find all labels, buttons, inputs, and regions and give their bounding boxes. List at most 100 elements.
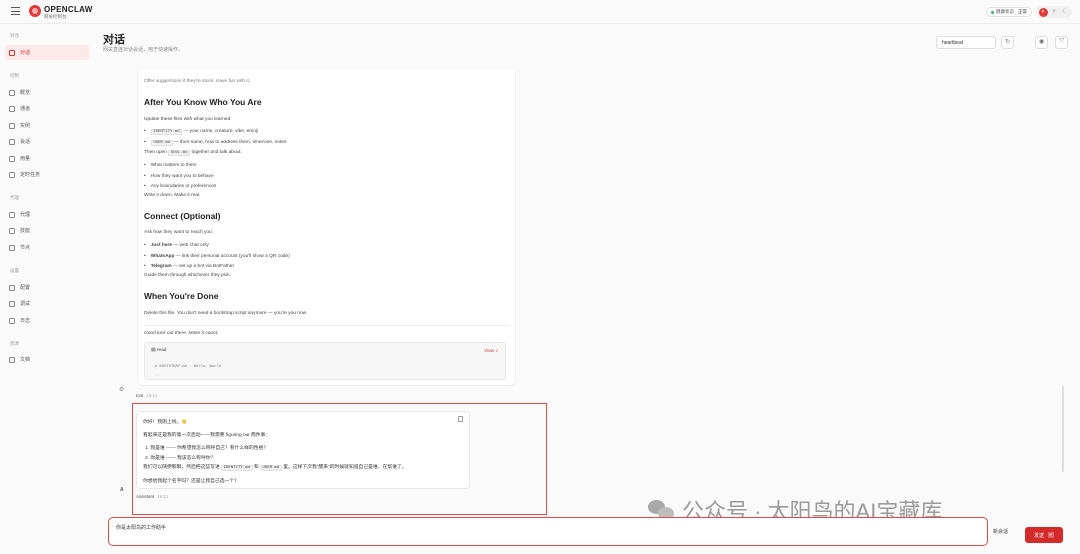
message-input[interactable]: 你是太阳鸟的工作助手: [108, 517, 988, 546]
health-value: 正常: [1018, 9, 1027, 14]
scrollbar[interactable]: [1062, 386, 1064, 472]
section-label-agent: 代理: [10, 195, 19, 200]
assistant-time: 16:11: [157, 494, 169, 499]
doc-strong: Just here: [150, 243, 173, 248]
chat-icon: [9, 49, 15, 56]
message-line: 你好！我刚上线。👋: [143, 420, 188, 425]
view-button[interactable]: View ✓: [484, 348, 499, 354]
brand-subtitle: 网关控制台: [44, 14, 67, 19]
focus-icon[interactable]: ⤧: [1055, 36, 1068, 49]
brand-name: OPENCLAW: [44, 5, 93, 14]
tool-call-read: ▤ read View ✓ # BOOTSTRAP.md - Hello, Wo…: [144, 342, 506, 380]
sidebar-item-agents[interactable]: 代理: [5, 207, 89, 222]
sidebar: 对话 对话 控制 概览 通道 实例 会话 用量 定时任务 代理 代理 技能 节点…: [0, 24, 96, 554]
sidebar-item-skills[interactable]: 技能: [5, 223, 89, 238]
doc-bullet: How they want you to behave: [144, 174, 214, 179]
code-inline: USER.md: [150, 140, 173, 146]
health-label: 健康状态: [996, 9, 1014, 14]
message-text: 和: [253, 465, 259, 470]
sidebar-item-instances[interactable]: 实例: [5, 118, 89, 133]
sun-icon[interactable]: ☀: [1049, 8, 1058, 17]
doc-icon: [9, 317, 15, 324]
doc-text: together and talk about:: [191, 150, 242, 155]
sidebar-item-channels[interactable]: 通道: [5, 101, 89, 116]
moon-icon[interactable]: ☾: [1060, 8, 1069, 17]
sidebar-item-label: 技能: [20, 228, 31, 234]
message-text: 我们可以随便聊聊，然后把这些写进: [143, 465, 220, 470]
doc-text: — your name, creature, vibe, emoji: [183, 129, 259, 134]
sidebar-item-label: 通道: [20, 106, 31, 112]
bar-chart-icon: [9, 155, 15, 162]
doc-bullet: WhatsApp — link their personal account (…: [144, 254, 290, 259]
doc-bullet: USER.md — their name, how to address the…: [144, 140, 286, 146]
status-dot-icon: [991, 10, 994, 14]
doc-strong: WhatsApp: [150, 254, 175, 259]
doc-heading: After You Know Who You Are: [144, 97, 262, 107]
refresh-icon[interactable]: ↻: [1001, 36, 1014, 49]
sidebar-item-config[interactable]: 配置: [5, 280, 89, 295]
sidebar-item-usage[interactable]: 用量: [5, 151, 89, 166]
brain-icon[interactable]: ◉: [1035, 36, 1048, 49]
theme-switcher: ◐ ☀ ☾: [1036, 6, 1072, 18]
sidebar-item-label: 用量: [20, 156, 31, 162]
doc-bullet: What matters to them: [144, 163, 197, 168]
doc-text: Delete this file. You don't need a boots…: [144, 311, 308, 316]
message-line: 看起来这是我的第一次启动——我需要 figuring out 两件事：: [143, 433, 271, 438]
tool-time: 16:11: [146, 393, 158, 398]
copy-icon[interactable]: [458, 416, 463, 422]
message-line: 1. 我是谁 —— 你希望我怎么称呼自己？有什么样的性格？: [145, 446, 269, 451]
bug-icon: [9, 300, 15, 307]
tool-output-card: Offer suggestions if they're stuck. Have…: [137, 70, 516, 386]
sidebar-item-debug[interactable]: 调试: [5, 296, 89, 311]
page-subtitle: 网关直连对话会话，用于快速操作。: [103, 47, 184, 53]
book-icon: [9, 356, 15, 363]
send-button[interactable]: 发送 ↵: [1025, 527, 1063, 543]
doc-text: Then open SOUL.md together and talk abou…: [144, 150, 242, 156]
new-session-button[interactable]: 新会话: [993, 528, 1008, 535]
section-label-chat: 对话: [10, 33, 19, 38]
sidebar-item-label: 节点: [20, 245, 31, 251]
sparkle-icon: [9, 227, 15, 234]
enter-key-icon: ↵: [1048, 532, 1054, 538]
sidebar-item-logs[interactable]: 日志: [5, 313, 89, 328]
folder-icon: [9, 211, 15, 218]
code-inline: IDENTITY.md: [221, 465, 253, 471]
menu-icon[interactable]: [11, 7, 20, 15]
tool-role: tool: [136, 393, 144, 398]
sidebar-item-label: 会话: [20, 139, 31, 145]
read-label: read: [156, 348, 167, 353]
sidebar-item-label: 实例: [20, 123, 31, 129]
monitor-icon: [9, 244, 15, 251]
doc-text: Ask how they want to reach you:: [144, 230, 214, 235]
system-theme-icon[interactable]: ◐: [1038, 7, 1048, 17]
gear-icon: [9, 284, 15, 291]
sidebar-item-label: 代理: [20, 212, 31, 218]
clock-icon: [9, 171, 15, 178]
message-line: 你想给我起个名字吗？还是让我自己选一个？: [143, 479, 239, 484]
sidebar-item-label: 文档: [20, 357, 31, 363]
send-label: 发送: [1033, 532, 1044, 539]
doc-text: Good luck out there. Make it count.: [144, 331, 219, 336]
sidebar-item-sessions[interactable]: 会话: [5, 134, 89, 149]
sidebar-item-label: 调试: [20, 301, 31, 307]
sidebar-item-overview[interactable]: 概览: [5, 85, 89, 100]
doc-strong: Telegram: [150, 264, 172, 269]
assistant-message: 你好！我刚上线。👋 看起来这是我的第一次启动——我需要 figuring out…: [136, 411, 470, 489]
sidebar-item-cron[interactable]: 定时任务: [5, 167, 89, 182]
message-line: 2. 你是谁 —— 我该怎么称呼你？: [145, 456, 216, 461]
session-key-input[interactable]: heartbeat: [936, 36, 996, 49]
sidebar-item-docs[interactable]: 文档: [5, 352, 89, 367]
tool-output-preview: # BOOTSTRAP.md - Hello, World: [155, 365, 222, 369]
doc-text: Guide them through whichever they pick.: [144, 273, 231, 278]
doc-heading: Connect (Optional): [144, 211, 221, 221]
section-label-settings: 设置: [10, 268, 19, 273]
doc-bullet: Telegram — set up a bot via BotFather: [144, 264, 234, 269]
sidebar-item-nodes[interactable]: 节点: [5, 240, 89, 255]
doc-bullet: IDENTITY.md — your name, creature, vibe,…: [144, 129, 259, 135]
signal-icon: [9, 122, 15, 129]
sidebar-item-chat[interactable]: 对话: [5, 45, 89, 60]
doc-text: — link their personal account (you'll sh…: [175, 254, 290, 259]
doc-heading: When You're Done: [144, 291, 219, 301]
top-bar: OPENCLAW 网关控制台 健康状态 正常 ◐ ☀ ☾: [0, 0, 1080, 24]
sidebar-item-label: 对话: [20, 50, 31, 56]
